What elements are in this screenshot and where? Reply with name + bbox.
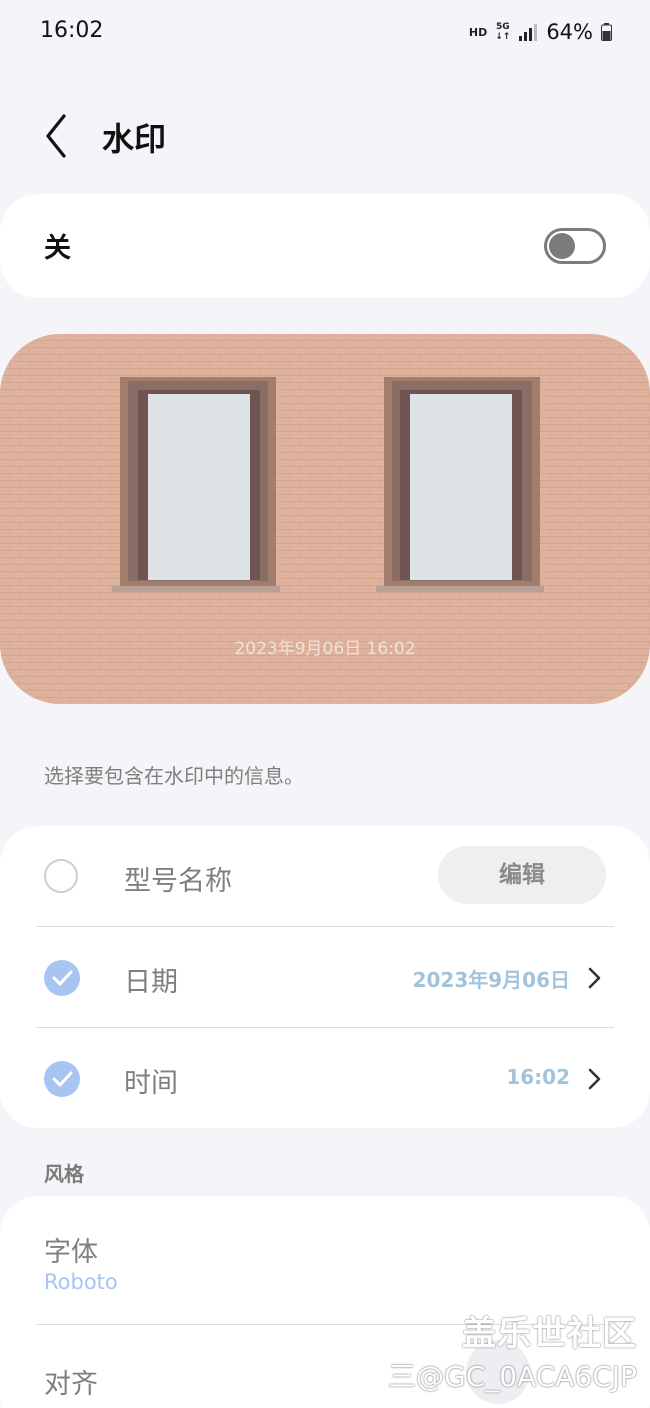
page-title: 水印 — [102, 120, 167, 158]
hd-icon: HD — [468, 25, 488, 39]
community-brand-watermark: 盖乐世社区 — [462, 1314, 637, 1354]
style-section-title: 风格 — [44, 1162, 84, 1186]
check-icon — [52, 970, 73, 986]
date-label: 日期 — [124, 967, 178, 998]
toggle-label: 关 — [44, 233, 71, 264]
status-time: 16:02 — [40, 18, 104, 43]
window-left — [112, 377, 280, 592]
status-indicators: HD 5G ↓↑ 64% — [469, 18, 612, 46]
watermark-options-card: 型号名称 编辑 日期 2023年9月06日 时间 16:02 — [0, 826, 650, 1128]
switch-knob — [549, 233, 575, 259]
time-checkbox[interactable] — [44, 1061, 80, 1097]
align-label: 对齐 — [44, 1369, 98, 1400]
status-bar: 16:02 HD 5G ↓↑ 64% — [0, 0, 650, 64]
time-value: 16:02 — [506, 1065, 570, 1089]
option-time[interactable]: 时间 16:02 — [0, 1028, 650, 1128]
model-name-label: 型号名称 — [124, 866, 232, 897]
watermark-switch[interactable] — [544, 228, 606, 264]
window-right — [376, 377, 544, 592]
watermark-preview-text: 2023年9月06日 16:02 — [234, 639, 416, 659]
battery-percent: 64% — [546, 20, 593, 44]
check-icon — [52, 1071, 73, 1087]
model-name-checkbox[interactable] — [44, 859, 78, 893]
chevron-right-icon — [588, 967, 601, 989]
date-value: 2023年9月06日 — [412, 968, 570, 992]
network-5g-icon: 5G ↓↑ — [495, 22, 511, 42]
option-date[interactable]: 日期 2023年9月06日 — [0, 927, 650, 1027]
edit-button[interactable]: 编辑 — [438, 846, 606, 904]
font-value: Roboto — [44, 1270, 118, 1294]
hint-text: 选择要包含在水印中的信息。 — [44, 764, 304, 788]
date-checkbox[interactable] — [44, 960, 80, 996]
battery-icon — [601, 23, 612, 41]
back-arrow-icon[interactable] — [40, 110, 76, 162]
time-label: 时间 — [124, 1068, 178, 1099]
option-model-name[interactable]: 型号名称 编辑 — [0, 826, 650, 926]
chevron-right-icon — [588, 1068, 601, 1090]
signal-icon — [519, 24, 538, 41]
user-id-watermark: 三@GC_0ACA6CJP — [388, 1360, 637, 1393]
font-label: 字体 — [44, 1237, 98, 1268]
